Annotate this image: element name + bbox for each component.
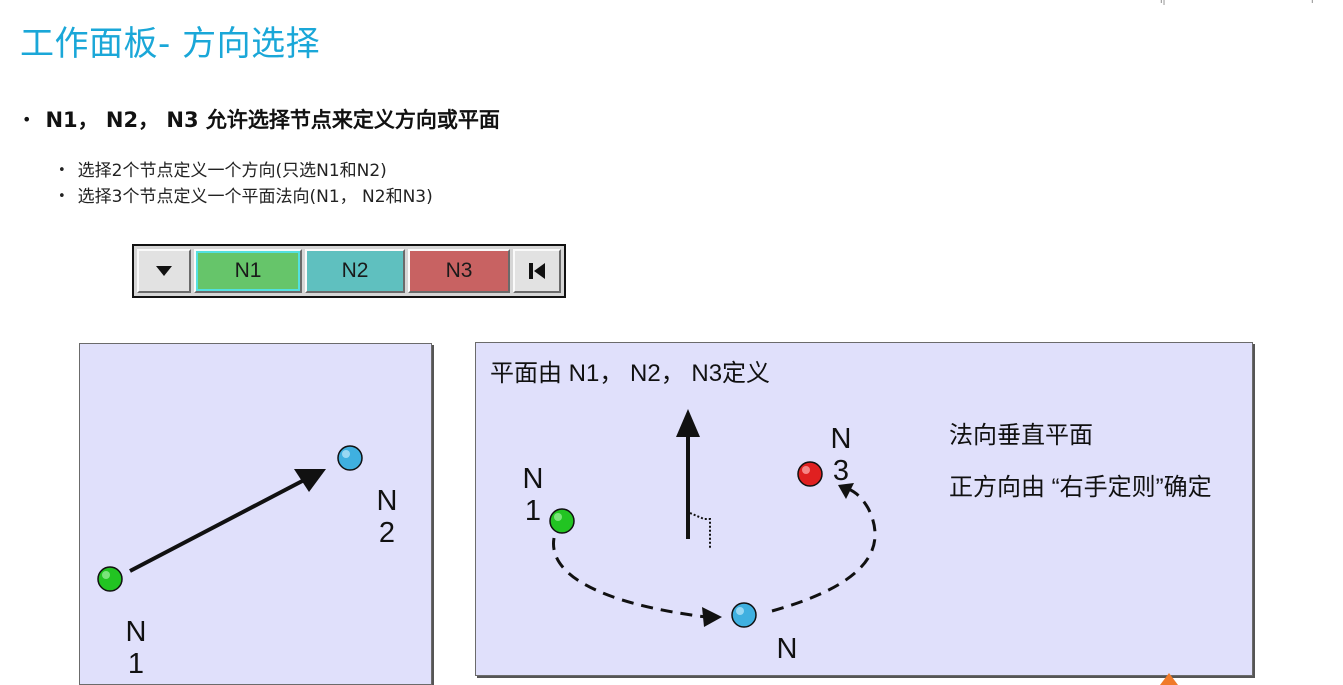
triangle-down-icon	[156, 266, 172, 276]
node1-label: N 1	[522, 463, 544, 527]
sub-bullet-text: 选择2个节点定义一个方向(只选N1和N2)	[77, 161, 387, 181]
plane-panel: 平面由 N1， N2， N3定义 法向垂直平面 正方向由 “右手定则”确定 N …	[475, 342, 1253, 676]
list-item: • 选择2个节点定义一个方向(只选N1和N2)	[58, 158, 433, 184]
node2-highlight	[342, 450, 350, 458]
node3-label: N 3	[830, 423, 852, 487]
path-arrow-head	[702, 607, 722, 627]
plane-diagram	[549, 409, 877, 628]
arrow-head	[294, 469, 326, 492]
rotation-path	[771, 486, 877, 613]
rotation-path	[552, 537, 707, 619]
direction-panel: N 1 N 2	[79, 343, 432, 685]
node3-point	[797, 461, 823, 487]
sub-bullet-text: 选择3个节点定义一个平面法向(N1， N2和N3)	[77, 187, 433, 207]
node1-highlight	[554, 513, 562, 521]
reset-to-first-button[interactable]	[513, 249, 561, 293]
node2-label: N	[776, 633, 798, 665]
plane-title: 平面由 N1， N2， N3定义	[490, 360, 771, 387]
corner-mark: ı|	[1160, 0, 1166, 6]
skip-first-icon	[529, 263, 545, 279]
slide-title: 工作面板- 方向选择	[20, 24, 321, 64]
node1-point	[97, 566, 123, 592]
node-selection-toolbar: N1 N2 N3	[132, 244, 566, 298]
list-item: • 选择3个节点定义一个平面法向(N1， N2和N3)	[58, 184, 433, 210]
direction-note: 正方向由 “右手定则”确定	[949, 474, 1212, 501]
node3-highlight	[802, 466, 810, 474]
main-bullet-text: N1， N2， N3 允许选择节点来定义方向或平面	[45, 108, 500, 132]
node2-point	[337, 445, 363, 471]
node2-highlight	[736, 607, 744, 615]
bullet-icon: •	[22, 109, 32, 129]
direction-arrow	[129, 476, 309, 573]
sub-bullet-list: • 选择2个节点定义一个方向(只选N1和N2) • 选择3个节点定义一个平面法向…	[58, 158, 433, 210]
node1-point	[549, 508, 575, 534]
n3-button[interactable]: N3	[408, 249, 510, 293]
n2-button[interactable]: N2	[305, 249, 405, 293]
node1-label: N 1	[125, 616, 147, 680]
right-angle-mark	[689, 512, 711, 549]
orange-marker	[1160, 673, 1178, 685]
normal-note: 法向垂直平面	[949, 422, 1093, 449]
bullet-icon: •	[58, 163, 66, 178]
corner-mark: ı	[1311, 0, 1314, 6]
node1-highlight	[102, 571, 110, 579]
main-bullet: • N1， N2， N3 允许选择节点来定义方向或平面	[22, 104, 500, 134]
bullet-icon: •	[58, 189, 66, 204]
node2-point	[731, 602, 757, 628]
arrow-head	[676, 409, 700, 437]
node2-label: N 2	[376, 485, 398, 549]
dropdown-button[interactable]	[137, 249, 191, 293]
n1-button[interactable]: N1	[194, 249, 302, 293]
